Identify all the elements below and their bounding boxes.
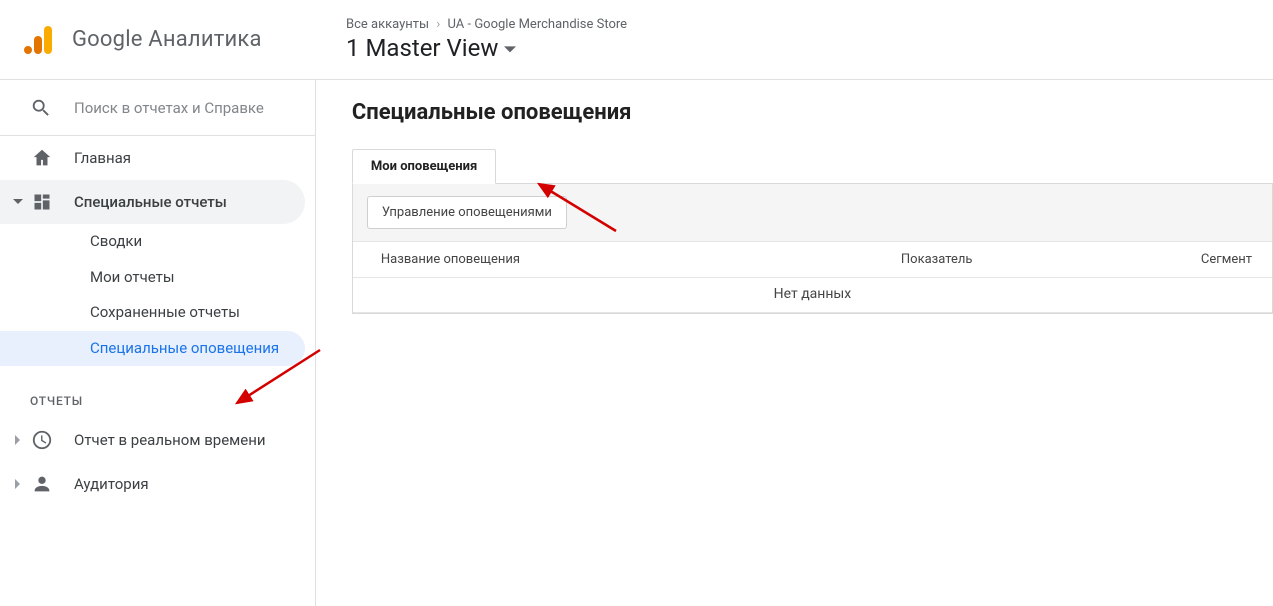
nav-realtime-label: Отчет в реальном времени [74,431,266,450]
account-breadcrumbs: Все аккаунты › UA - Google Merchandise S… [346,17,627,32]
nav-audience[interactable]: Аудитория [0,462,315,506]
col-segment: Сегмент [1201,252,1272,267]
account-switcher[interactable]: Все аккаунты › UA - Google Merchandise S… [322,17,627,62]
tabstrip: Мои оповещения [352,149,1273,184]
col-metric: Показатель [901,252,1201,267]
subnav-custom-alerts[interactable]: Специальные оповещения [0,331,305,367]
subnav-dashboards[interactable]: Сводки [0,224,315,260]
analytics-logo-icon [22,24,54,56]
subnav-my-reports[interactable]: Мои отчеты [0,260,315,296]
subnav-saved-reports[interactable]: Сохраненные отчеты [0,295,315,331]
app-header: Google Аналитика Все аккаунты › UA - Goo… [0,0,1273,80]
product-name: Google Аналитика [72,27,262,52]
dashboard-icon [30,190,54,214]
sidebar: Поиск в отчетах и Справке Главная Специа… [0,80,316,606]
nav-customization-label: Специальные отчеты [74,193,227,212]
nav-customization[interactable]: Специальные отчеты [0,180,305,224]
breadcrumb-account: UA - Google Merchandise Store [448,17,628,32]
search-placeholder: Поиск в отчетах и Справке [74,99,264,117]
manage-alerts-button[interactable]: Управление оповещениями [367,196,567,229]
chevron-right-icon: › [432,17,444,32]
breadcrumb-root: Все аккаунты [346,17,429,32]
caret-down-icon [504,34,516,62]
nav-home-label: Главная [74,149,131,167]
alerts-panel: Управление оповещениями Название оповеще… [352,184,1273,314]
alerts-columns: Название оповещения Показатель Сегмент [353,242,1272,278]
nav-home[interactable]: Главная [0,136,315,180]
view-selector[interactable]: 1 Master View [346,34,627,62]
main-content: Специальные оповещения Мои оповещения Уп… [316,80,1273,606]
nav-realtime[interactable]: Отчет в реальном времени [0,418,315,462]
tab-my-alerts[interactable]: Мои оповещения [352,149,496,184]
brand: Google Аналитика [22,24,322,56]
view-name: 1 Master View [346,34,498,62]
panel-toolbar: Управление оповещениями [353,184,1272,242]
page-title: Специальные оповещения [352,100,1273,125]
chevron-right-icon [8,435,28,445]
section-reports: ОТЧЕТЫ [0,366,315,418]
chevron-right-icon [8,479,28,489]
sidebar-search[interactable]: Поиск в отчетах и Справке [0,80,315,136]
home-icon [30,146,54,170]
col-alert-name: Название оповещения [381,252,901,267]
caret-down-icon [8,197,28,207]
clock-icon [30,428,54,452]
alerts-empty: Нет данных [353,278,1272,313]
person-icon [30,472,54,496]
nav-audience-label: Аудитория [74,475,149,493]
search-icon [30,97,52,119]
